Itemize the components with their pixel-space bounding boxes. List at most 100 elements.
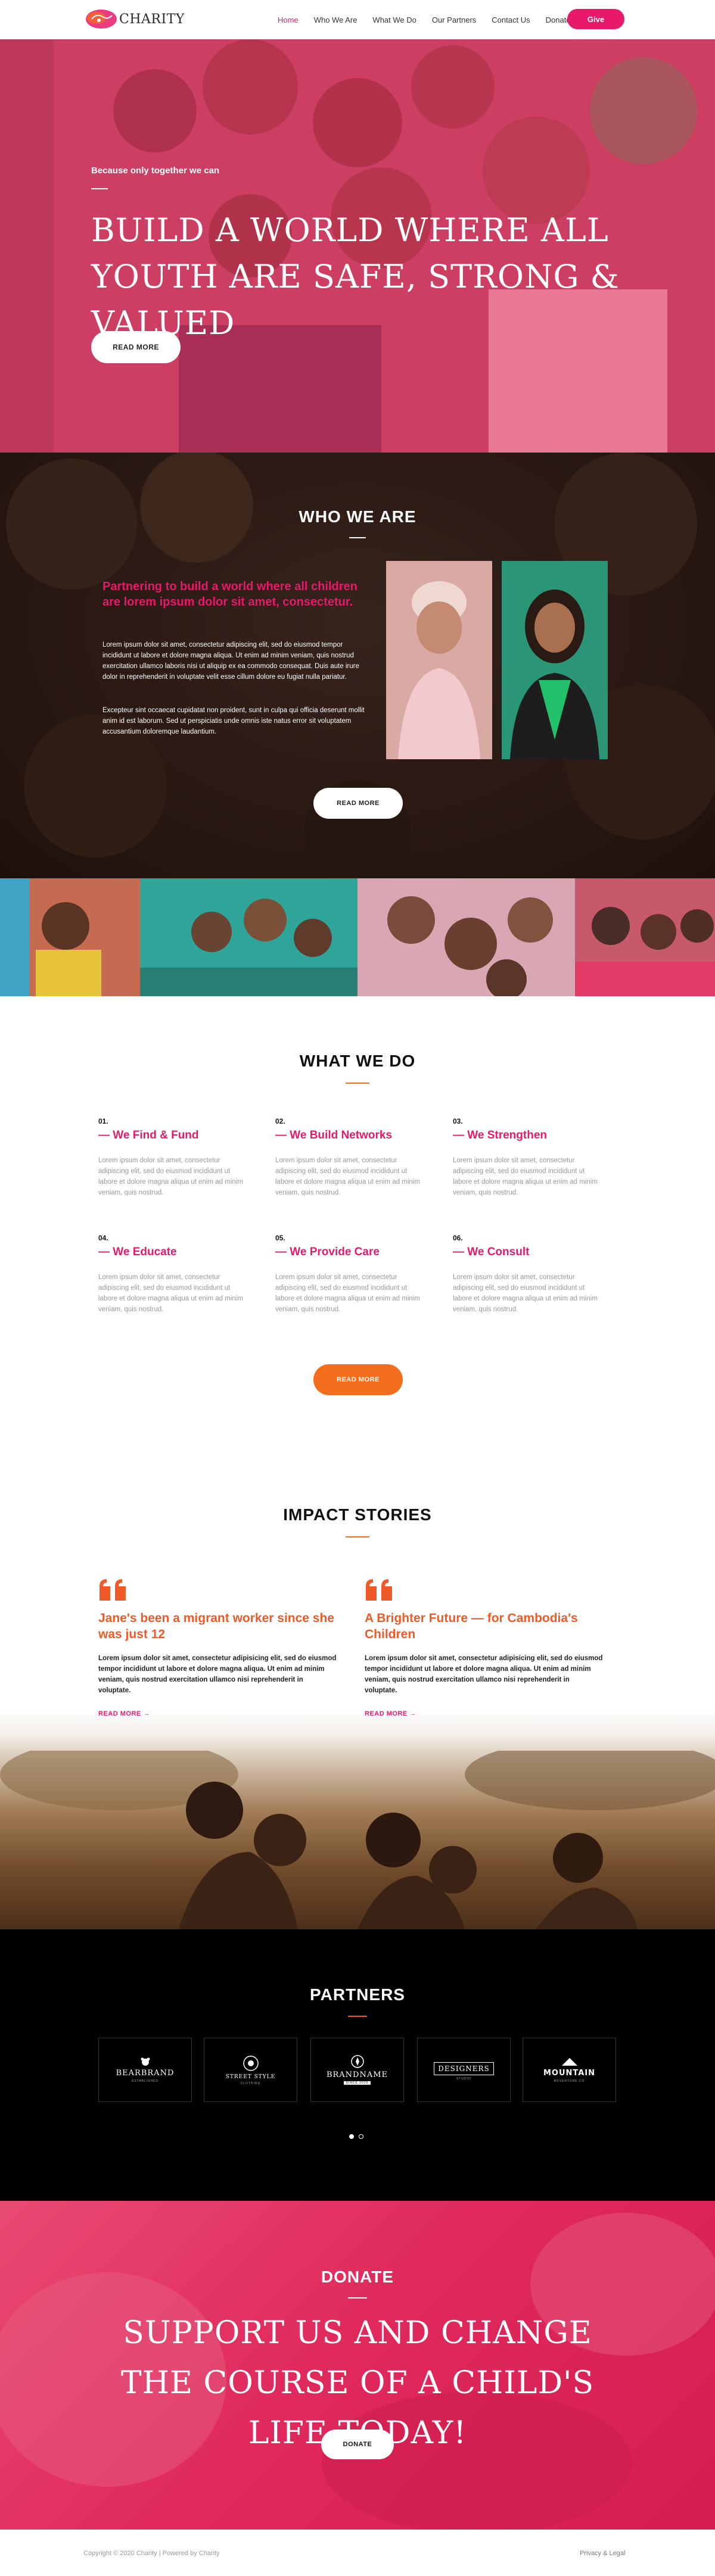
service-title: — We Provide Care <box>275 1246 380 1258</box>
partner-subtitle: CLOTHING <box>240 2081 261 2085</box>
who-read-more-button[interactable]: READ MORE <box>313 788 403 819</box>
service-card: 01. — We Find & Fund Lorem ipsum dolor s… <box>98 1117 250 1198</box>
gallery-photo-2 <box>140 878 358 996</box>
privacy-legal-link[interactable]: Privacy & Legal <box>580 2550 625 2557</box>
hero-section: Because only together we can BUILD A WOR… <box>0 39 715 453</box>
give-button[interactable]: Give <box>567 9 624 29</box>
what-we-do-divider <box>346 1083 369 1084</box>
partner-logo-street-style[interactable]: STREET STYLE CLOTHING <box>204 2038 297 2102</box>
nav-item-who-we-are[interactable]: Who We Are <box>314 15 358 24</box>
hero-subtitle: Because only together we can <box>91 166 220 176</box>
carousel-dot[interactable] <box>359 2134 363 2139</box>
story-read-more-link[interactable]: READ MORE → <box>98 1710 337 1717</box>
copyright-text: Copyright © 2020 Charity | Powered by Ch… <box>83 2550 220 2557</box>
gallery-photo-4 <box>575 878 715 996</box>
story-read-more-link[interactable]: READ MORE → <box>365 1710 603 1717</box>
main-menu: Home Who We Are What We Do Our Partners … <box>278 0 586 39</box>
service-number: 02. <box>275 1117 285 1125</box>
story-text: Lorem ipsum dolor sit amet, consectetur … <box>365 1655 603 1694</box>
top-navbar: CHARITY Home Who We Are What We Do Our P… <box>0 0 715 39</box>
portrait-girl-beanie <box>386 561 492 759</box>
portrait-woman-green <box>502 561 608 759</box>
story-title: A Brighter Future — for Cambodia's Child… <box>365 1611 578 1641</box>
service-text: Lorem ipsum dolor sit amet, consectetur … <box>453 1274 598 1313</box>
partner-subtitle: STUDIO <box>456 2076 471 2081</box>
bear-icon <box>141 2057 150 2066</box>
impact-stories-title: IMPACT STORIES <box>283 1505 432 1524</box>
donate-title: DONATE <box>321 2268 394 2286</box>
partner-name: STREET STYLE <box>225 2073 276 2080</box>
partner-name: BEARBRAND <box>116 2069 175 2078</box>
logo-text: CHARITY <box>119 11 185 27</box>
service-card: 05. — We Provide Care Lorem ipsum dolor … <box>275 1234 427 1315</box>
service-text: Lorem ipsum dolor sit amet, consectetur … <box>275 1274 420 1313</box>
story-card: A Brighter Future — for Cambodia's Child… <box>365 1578 603 1717</box>
photo-gallery-strip <box>0 878 715 996</box>
service-title: — We Build Networks <box>275 1129 393 1142</box>
who-paragraph-2: Excepteur sint occaecat cupidatat non pr… <box>102 707 365 735</box>
partner-logo-bearbrand[interactable]: BEARBRAND ESTABLISHED <box>98 2038 192 2102</box>
donate-button[interactable]: DONATE <box>321 2430 394 2459</box>
story-text: Lorem ipsum dolor sit amet, consectetur … <box>98 1655 337 1694</box>
partner-logo-designers[interactable]: DESIGNERS STUDIO <box>417 2038 511 2102</box>
service-number: 06. <box>453 1234 463 1242</box>
nav-item-what-we-do[interactable]: What We Do <box>372 15 416 24</box>
service-number: 03. <box>453 1117 463 1125</box>
service-title: — We Educate <box>98 1246 177 1258</box>
service-card: 02. — We Build Networks Lorem ipsum dolo… <box>275 1117 427 1198</box>
quote-icon <box>98 1578 128 1602</box>
impact-stories-section: IMPACT STORIES Jane's been a migrant wor… <box>0 1441 715 1929</box>
emblem-icon <box>350 2055 364 2068</box>
partner-name: BRANDNAME <box>326 2070 388 2079</box>
mountain-icon <box>561 2058 577 2066</box>
service-title: — We Find & Fund <box>98 1129 199 1142</box>
service-text: Lorem ipsum dolor sit amet, consectetur … <box>453 1157 598 1196</box>
partner-subtitle: SINCE 2020 <box>343 2081 371 2085</box>
service-card: 06. — We Consult Lorem ipsum dolor sit a… <box>453 1234 605 1315</box>
story-card: Jane's been a migrant worker since she w… <box>98 1578 337 1717</box>
partners-title: PARTNERS <box>310 1985 405 2004</box>
what-we-do-read-more-button[interactable]: READ MORE <box>313 1364 403 1395</box>
partners-section: PARTNERS BEARBRAND ESTABLISHED STREET ST… <box>0 1929 715 2201</box>
carousel-dots <box>349 2134 368 2139</box>
service-title: — We Consult <box>453 1246 530 1258</box>
service-number: 04. <box>98 1234 108 1242</box>
carousel-dot-active[interactable] <box>349 2134 354 2139</box>
who-lead-text: Partnering to build a world where all ch… <box>102 580 358 609</box>
what-we-do-title: WHAT WE DO <box>299 1052 416 1070</box>
impact-stories-divider <box>346 1536 369 1538</box>
nav-item-contact-us[interactable]: Contact Us <box>492 15 530 24</box>
partner-subtitle: ESTABLISHED <box>131 2079 159 2083</box>
quote-icon <box>365 1578 394 1602</box>
logo-brush-icon <box>83 6 118 32</box>
service-text: Lorem ipsum dolor sit amet, consectetur … <box>275 1157 420 1196</box>
hero-title: BUILD A WORLD WHERE ALL YOUTH ARE SAFE, … <box>91 211 620 342</box>
hero-read-more-button[interactable]: READ MORE <box>91 331 181 363</box>
service-text: Lorem ipsum dolor sit amet, consectetur … <box>98 1157 243 1196</box>
partner-subtitle: ADVENTURE CO <box>554 2079 585 2083</box>
impact-children-photo <box>0 1751 715 1929</box>
story-title: Jane's been a migrant worker since she w… <box>98 1611 334 1641</box>
service-text: Lorem ipsum dolor sit amet, consectetur … <box>98 1274 243 1313</box>
donate-divider <box>348 2297 367 2299</box>
service-number: 01. <box>98 1117 108 1125</box>
site-logo[interactable]: CHARITY <box>83 6 185 32</box>
partner-name: DESIGNERS <box>434 2062 494 2075</box>
nav-item-home[interactable]: Home <box>278 15 299 24</box>
partners-divider <box>348 2016 367 2017</box>
who-divider <box>349 537 366 538</box>
badge-icon <box>243 2055 259 2071</box>
gallery-photo-3 <box>358 878 575 996</box>
who-title: WHO WE ARE <box>299 507 416 526</box>
partner-name: MOUNTAIN <box>543 2069 596 2078</box>
service-card: 04. — We Educate Lorem ipsum dolor sit a… <box>98 1234 250 1315</box>
who-we-are-section: WHO WE ARE Partnering to build a world w… <box>0 453 715 878</box>
nav-item-our-partners[interactable]: Our Partners <box>432 15 476 24</box>
footer: Copyright © 2020 Charity | Powered by Ch… <box>0 2530 715 2576</box>
service-title: — We Strengthen <box>453 1129 547 1142</box>
partner-logo-brandname[interactable]: BRANDNAME SINCE 2020 <box>310 2038 404 2102</box>
partner-logo-mountain[interactable]: MOUNTAIN ADVENTURE CO <box>523 2038 616 2102</box>
gallery-photo-1 <box>0 878 140 996</box>
hero-divider <box>91 188 108 189</box>
service-number: 05. <box>275 1234 285 1242</box>
